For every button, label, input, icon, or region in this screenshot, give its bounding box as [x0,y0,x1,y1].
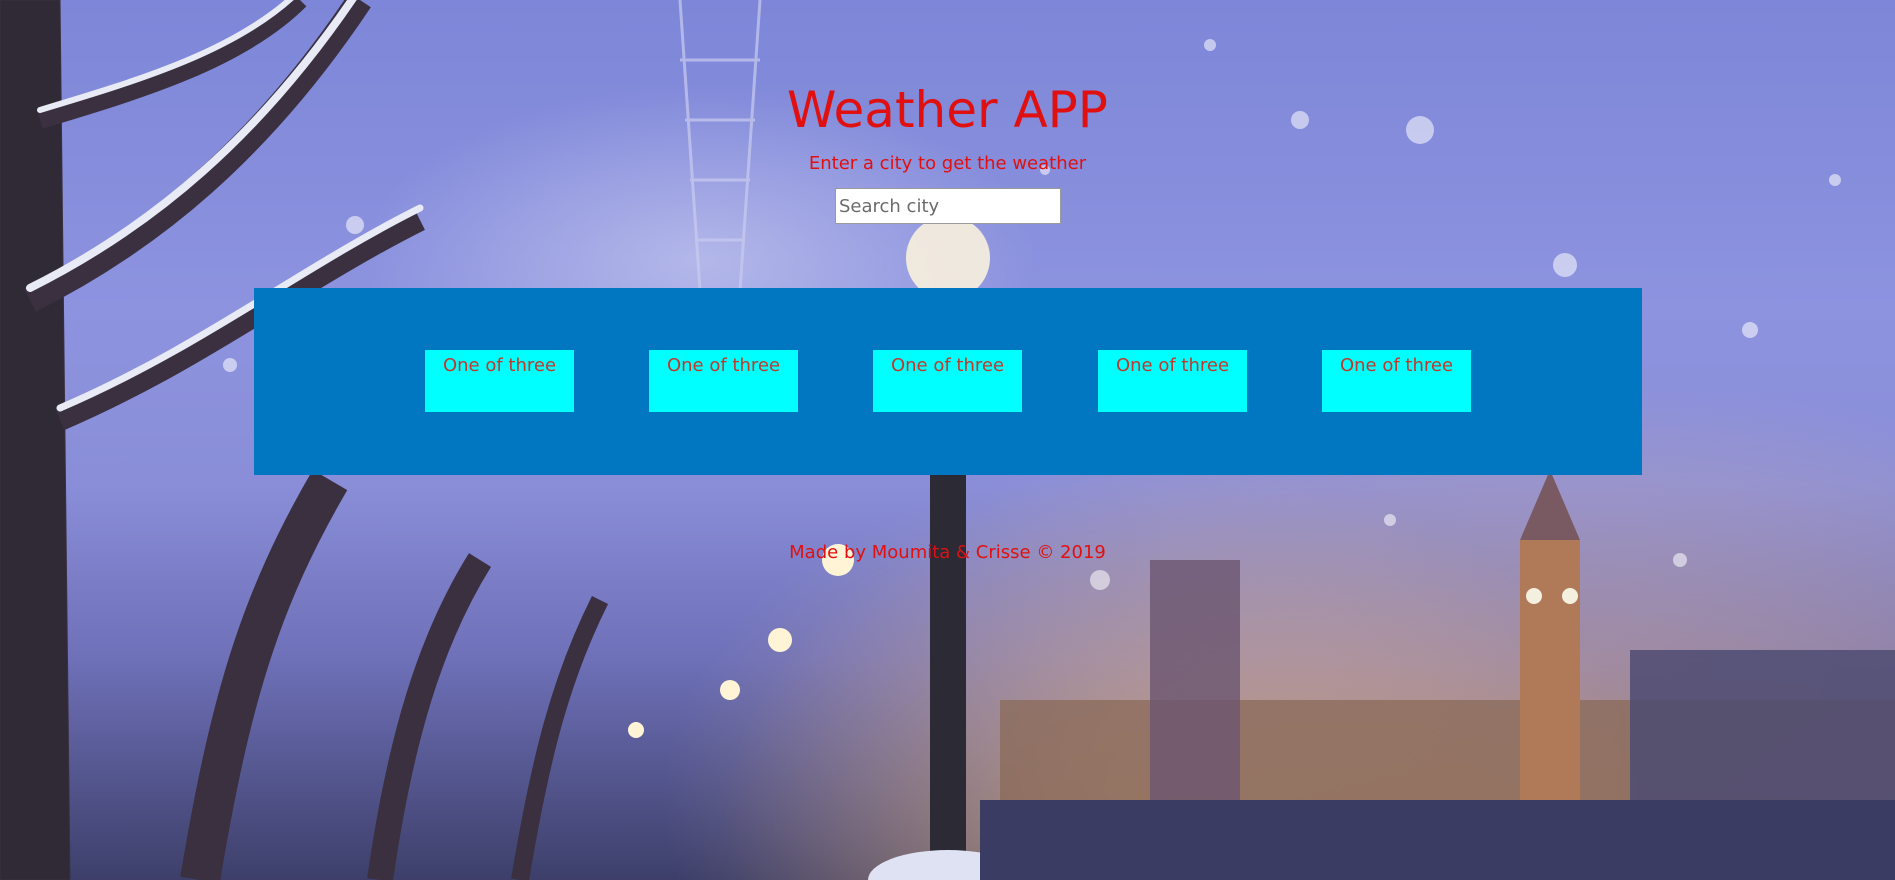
page-title: Weather APP [787,81,1108,139]
forecast-card: One of three [873,350,1022,412]
forecast-card: One of three [1098,350,1247,412]
page-subtitle: Enter a city to get the weather [808,153,1087,174]
forecast-card: One of three [649,350,798,412]
app-container: Weather APP Enter a city to get the weat… [0,0,1895,880]
forecast-card: One of three [1322,350,1471,412]
search-city-input[interactable] [835,188,1061,224]
footer-credits: Made by Moumita & Crisse © 2019 [789,542,1106,563]
forecast-panel: One of three One of three One of three O… [254,288,1642,475]
forecast-card: One of three [425,350,574,412]
